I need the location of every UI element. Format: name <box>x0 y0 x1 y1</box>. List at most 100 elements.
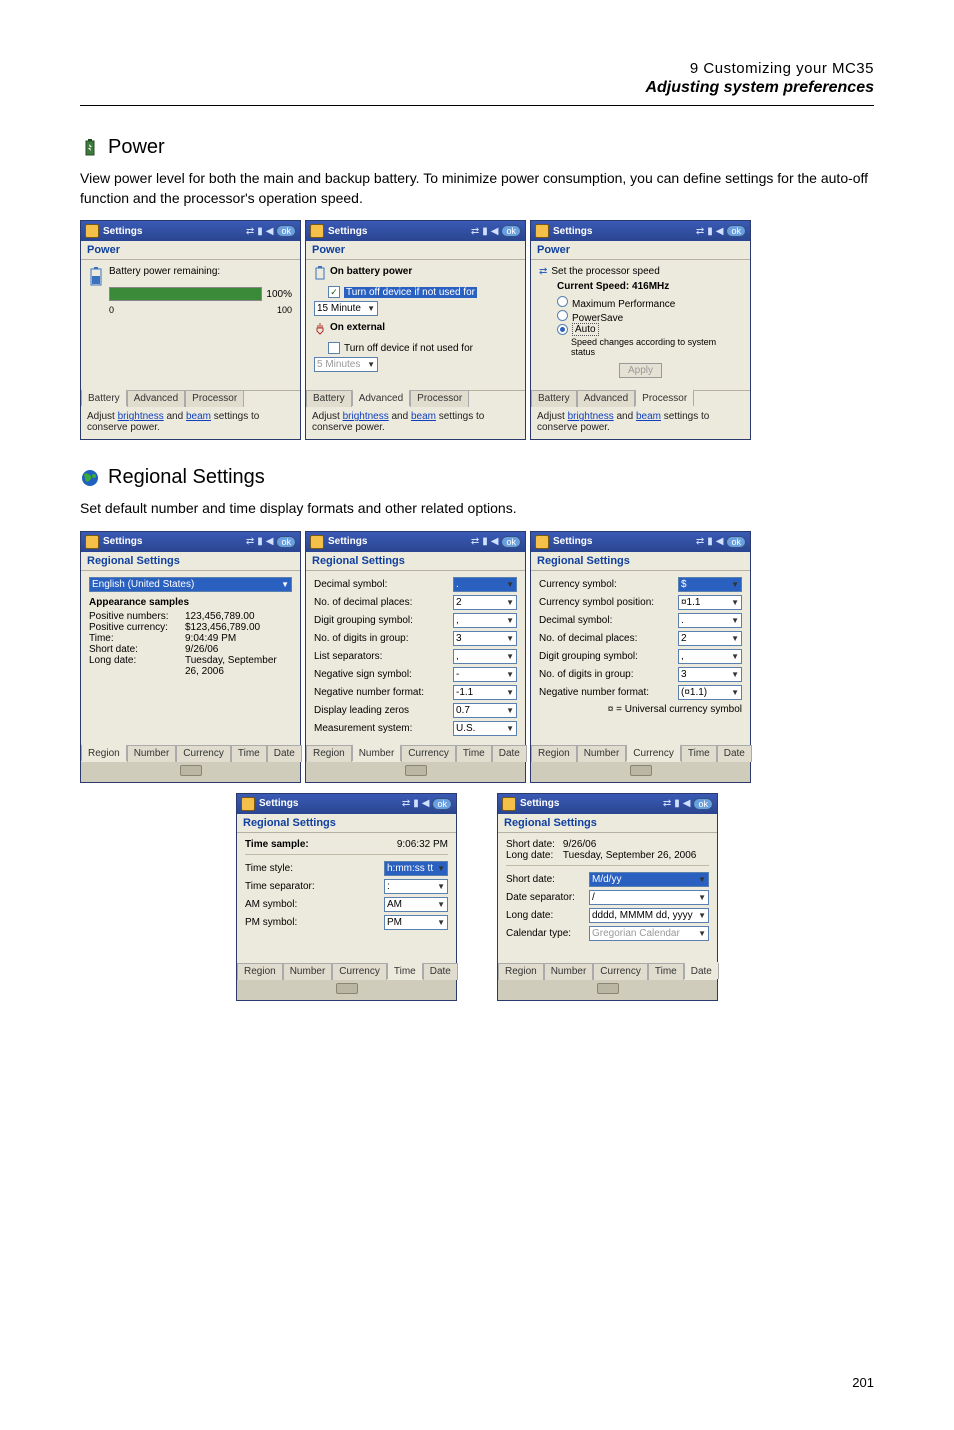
keyboard-toggle[interactable] <box>237 980 456 1000</box>
tab-currency[interactable]: Currency <box>332 963 387 980</box>
tab-advanced[interactable]: Advanced <box>352 389 410 406</box>
value-select[interactable]: Gregorian Calendar▼ <box>589 926 709 941</box>
ok-button[interactable]: ok <box>501 536 521 548</box>
tab-region[interactable]: Region <box>81 744 127 761</box>
locale-select[interactable]: English (United States)▼ <box>89 577 292 592</box>
tab-date[interactable]: Date <box>267 745 302 762</box>
battery-timeout-select[interactable]: 15 Minute▼ <box>314 301 378 316</box>
tab-currency[interactable]: Currency <box>401 745 456 762</box>
value-select[interactable]: 2▼ <box>453 595 517 610</box>
tab-date[interactable]: Date <box>492 745 527 762</box>
tab-number[interactable]: Number <box>352 744 402 761</box>
tab-date[interactable]: Date <box>717 745 752 762</box>
value-select[interactable]: 3▼ <box>453 631 517 646</box>
tab-date[interactable]: Date <box>423 963 458 980</box>
value-select[interactable]: h:mm:ss tt▼ <box>384 861 448 876</box>
ok-button[interactable]: ok <box>501 225 521 237</box>
tab-region[interactable]: Region <box>531 745 577 762</box>
start-icon[interactable] <box>502 797 516 811</box>
ok-button[interactable]: ok <box>276 536 296 548</box>
tab-time[interactable]: Time <box>231 745 267 762</box>
tab-currency[interactable]: Currency <box>593 963 648 980</box>
start-icon[interactable] <box>85 535 99 549</box>
keyboard-toggle[interactable] <box>531 762 750 782</box>
value-select[interactable]: /▼ <box>589 890 709 905</box>
tab-processor[interactable]: Processor <box>185 390 244 407</box>
battery-progress <box>109 287 262 301</box>
checkbox-external-off[interactable] <box>328 342 340 354</box>
tab-battery[interactable]: Battery <box>81 389 127 406</box>
value-select[interactable]: :▼ <box>384 879 448 894</box>
keyboard-toggle[interactable] <box>498 980 717 1000</box>
tab-currency[interactable]: Currency <box>626 744 681 761</box>
value-select[interactable]: PM▼ <box>384 915 448 930</box>
field-label: Decimal symbol: <box>314 579 387 590</box>
brightness-link[interactable]: brightness <box>118 411 164 422</box>
keyboard-toggle[interactable] <box>81 762 300 782</box>
tab-battery[interactable]: Battery <box>306 390 352 407</box>
tab-battery[interactable]: Battery <box>531 390 577 407</box>
tab-region[interactable]: Region <box>498 963 544 980</box>
tab-time[interactable]: Time <box>648 963 684 980</box>
value-select[interactable]: 3▼ <box>678 667 742 682</box>
value-select[interactable]: dddd, MMMM dd, yyyy▼ <box>589 908 709 923</box>
start-icon[interactable] <box>535 535 549 549</box>
tab-date[interactable]: Date <box>684 962 719 979</box>
ok-button[interactable]: ok <box>276 225 296 237</box>
value-select[interactable]: -▼ <box>453 667 517 682</box>
tab-processor[interactable]: Processor <box>635 389 694 406</box>
ok-button[interactable]: ok <box>432 798 452 810</box>
value-select[interactable]: U.S.▼ <box>453 721 517 736</box>
tab-number[interactable]: Number <box>283 963 333 980</box>
value-select[interactable]: ,▼ <box>453 613 517 628</box>
tab-region[interactable]: Region <box>237 963 283 980</box>
value-select[interactable]: ¤1.1▼ <box>678 595 742 610</box>
value-select[interactable]: -1.1▼ <box>453 685 517 700</box>
signal-icon: ▮ <box>257 226 263 237</box>
value-select[interactable]: .▼ <box>453 577 517 592</box>
value-select[interactable]: (¤1.1)▼ <box>678 685 742 700</box>
radio-max[interactable] <box>557 296 568 307</box>
value-select[interactable]: ,▼ <box>678 649 742 664</box>
battery-icon <box>89 266 103 289</box>
ok-button[interactable]: ok <box>693 798 713 810</box>
value-select[interactable]: ,▼ <box>453 649 517 664</box>
field-label: Display leading zeros <box>314 705 409 716</box>
value-select[interactable]: AM▼ <box>384 897 448 912</box>
volume-icon: ◀ <box>266 226 274 237</box>
tab-time[interactable]: Time <box>387 962 423 979</box>
tab-currency[interactable]: Currency <box>176 745 231 762</box>
ok-button[interactable]: ok <box>726 536 746 548</box>
tab-number[interactable]: Number <box>127 745 177 762</box>
page-number: 201 <box>852 1375 874 1390</box>
external-timeout-select[interactable]: 5 Minutes▼ <box>314 357 378 372</box>
value-select[interactable]: 2▼ <box>678 631 742 646</box>
tab-time[interactable]: Time <box>456 745 492 762</box>
field-label: Measurement system: <box>314 723 412 734</box>
tab-advanced[interactable]: Advanced <box>577 390 635 407</box>
start-icon[interactable] <box>310 535 324 549</box>
start-icon[interactable] <box>310 224 324 238</box>
value-select[interactable]: .▼ <box>678 613 742 628</box>
ok-button[interactable]: ok <box>726 225 746 237</box>
beam-link[interactable]: beam <box>186 411 211 422</box>
radio-auto[interactable] <box>557 324 568 335</box>
field-label: List separators: <box>314 651 382 662</box>
tab-number[interactable]: Number <box>577 745 627 762</box>
tab-advanced[interactable]: Advanced <box>127 390 185 407</box>
apply-button[interactable]: Apply <box>619 363 662 378</box>
tab-number[interactable]: Number <box>544 963 594 980</box>
start-icon[interactable] <box>535 224 549 238</box>
value-select[interactable]: M/d/yy▼ <box>589 872 709 887</box>
radio-powersave[interactable] <box>557 310 568 321</box>
value-select[interactable]: $▼ <box>678 577 742 592</box>
checkbox-battery-off[interactable]: ✓ <box>328 286 340 298</box>
page-header: 9 Customizing your MC35 Adjusting system… <box>80 60 874 97</box>
tab-time[interactable]: Time <box>681 745 717 762</box>
keyboard-toggle[interactable] <box>306 762 525 782</box>
start-icon[interactable] <box>241 797 255 811</box>
value-select[interactable]: 0.7▼ <box>453 703 517 718</box>
start-icon[interactable] <box>85 224 99 238</box>
tab-region[interactable]: Region <box>306 745 352 762</box>
tab-processor[interactable]: Processor <box>410 390 469 407</box>
